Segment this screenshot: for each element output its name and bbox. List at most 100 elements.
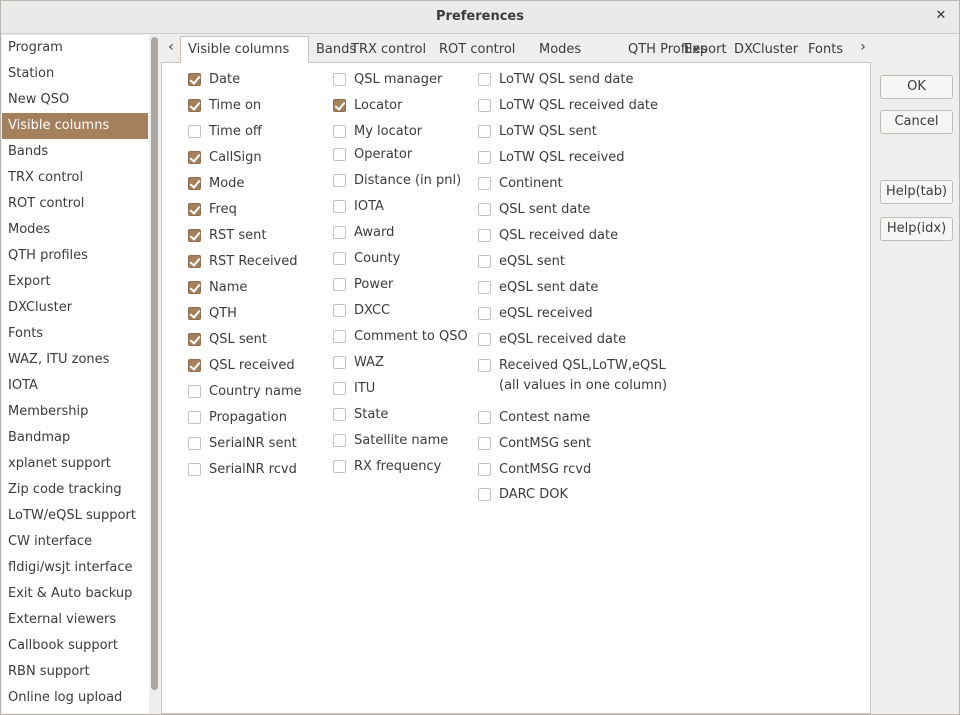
checkbox-unchecked-icon[interactable] [478, 307, 491, 320]
sidebar-item-qth-profiles[interactable]: QTH profiles [2, 243, 148, 269]
checkbox-unchecked-icon[interactable] [478, 411, 491, 424]
checkbox-label: Satellite name [354, 433, 449, 448]
checkbox-checked-icon[interactable] [188, 359, 201, 372]
checkbox-unchecked-icon[interactable] [478, 255, 491, 268]
ok-button[interactable]: OK [880, 75, 953, 99]
sidebar-item-station[interactable]: Station [2, 61, 148, 87]
sidebar-item-new-qso[interactable]: New QSO [2, 87, 148, 113]
sidebar-item-external-viewers[interactable]: External viewers [2, 607, 148, 633]
cancel-button[interactable]: Cancel [880, 110, 953, 134]
tab-trx-control[interactable]: TRX control [344, 38, 433, 62]
checkbox-unchecked-icon[interactable] [333, 200, 346, 213]
checkbox-label: Contest name [499, 410, 591, 425]
checkbox-unchecked-icon[interactable] [188, 385, 201, 398]
tab-rot-control[interactable]: ROT control [432, 38, 522, 62]
checkbox-checked-icon[interactable] [188, 307, 201, 320]
tab-dxcluster[interactable]: DXCluster [727, 38, 805, 62]
chevron-right-icon[interactable]: › [853, 36, 873, 60]
checkbox-unchecked-icon[interactable] [333, 382, 346, 395]
sidebar-item-callbook-support[interactable]: Callbook support [2, 633, 148, 659]
checkbox-unchecked-icon[interactable] [478, 177, 491, 190]
checkbox-label: Locator [354, 98, 403, 113]
sidebar-item-waz-itu-zones[interactable]: WAZ, ITU zones [2, 347, 148, 373]
checkbox-unchecked-icon[interactable] [333, 252, 346, 265]
checkbox-label: Award [354, 225, 395, 240]
checkbox-unchecked-icon[interactable] [188, 463, 201, 476]
checkbox-checked-icon[interactable] [333, 99, 346, 112]
checkbox-checked-icon[interactable] [188, 255, 201, 268]
checkbox-label: eQSL received date [499, 332, 627, 347]
checkbox-unchecked-icon[interactable] [188, 125, 201, 138]
checkbox-unchecked-icon[interactable] [333, 73, 346, 86]
sidebar-item-program[interactable]: Program [2, 35, 148, 61]
checkbox-unchecked-icon[interactable] [333, 278, 346, 291]
sidebar-item-modes[interactable]: Modes [2, 217, 148, 243]
help-tab-button[interactable]: Help(tab) [880, 180, 953, 204]
checkbox-unchecked-icon[interactable] [333, 356, 346, 369]
checkbox-unchecked-icon[interactable] [333, 304, 346, 317]
checkbox-label: ITU [354, 381, 376, 396]
checkbox-unchecked-icon[interactable] [478, 463, 491, 476]
checkbox-unchecked-icon[interactable] [478, 281, 491, 294]
checkbox-unchecked-icon[interactable] [478, 73, 491, 86]
sidebar-item-iota[interactable]: IOTA [2, 373, 148, 399]
checkbox-unchecked-icon[interactable] [478, 151, 491, 164]
checkbox-unchecked-icon[interactable] [188, 437, 201, 450]
sidebar-item-rot-control[interactable]: ROT control [2, 191, 148, 217]
checkbox-unchecked-icon[interactable] [478, 125, 491, 138]
checkbox-unchecked-icon[interactable] [478, 203, 491, 216]
tab-export[interactable]: Export [677, 38, 734, 62]
sidebar-item-cw-interface[interactable]: CW interface [2, 529, 148, 555]
checkbox-label: Comment to QSO [354, 329, 468, 344]
tab-fonts[interactable]: Fonts [801, 38, 850, 62]
sidebar-item-online-log-upload[interactable]: Online log upload [2, 685, 148, 711]
checkbox-unchecked-icon[interactable] [478, 333, 491, 346]
sidebar-item-bandmap[interactable]: Bandmap [2, 425, 148, 451]
sidebar-item-export[interactable]: Export [2, 269, 148, 295]
sidebar-item-exit-auto-backup[interactable]: Exit & Auto backup [2, 581, 148, 607]
close-icon[interactable]: ✕ [933, 8, 949, 24]
checkbox-checked-icon[interactable] [188, 177, 201, 190]
checkbox-label: Country name [209, 384, 302, 399]
checkbox-checked-icon[interactable] [188, 151, 201, 164]
checkbox-unchecked-icon[interactable] [188, 411, 201, 424]
help-idx-button[interactable]: Help(idx) [880, 217, 953, 241]
checkbox-checked-icon[interactable] [188, 99, 201, 112]
sidebar-scrollbar[interactable] [151, 37, 158, 690]
checkbox-checked-icon[interactable] [188, 281, 201, 294]
sidebar-item-rbn-support[interactable]: RBN support [2, 659, 148, 685]
checkbox-checked-icon[interactable] [188, 73, 201, 86]
tab-modes[interactable]: Modes [532, 38, 588, 62]
checkbox-unchecked-icon[interactable] [478, 359, 491, 372]
sidebar-item-lotw-eqsl-support[interactable]: LoTW/eQSL support [2, 503, 148, 529]
checkbox-unchecked-icon[interactable] [333, 148, 346, 161]
checkbox-label: State [354, 407, 389, 422]
checkbox-unchecked-icon[interactable] [478, 488, 491, 501]
sidebar-item-bands[interactable]: Bands [2, 139, 148, 165]
sidebar-item-trx-control[interactable]: TRX control [2, 165, 148, 191]
checkbox-checked-icon[interactable] [188, 333, 201, 346]
sidebar-item-xplanet-support[interactable]: xplanet support [2, 451, 148, 477]
sidebar-item-membership[interactable]: Membership [2, 399, 148, 425]
chevron-left-icon[interactable]: ‹ [161, 36, 181, 60]
checkbox-unchecked-icon[interactable] [333, 330, 346, 343]
checkbox-unchecked-icon[interactable] [333, 125, 346, 138]
sidebar-item-zip-code-tracking[interactable]: Zip code tracking [2, 477, 148, 503]
checkbox-unchecked-icon[interactable] [333, 174, 346, 187]
checkbox-label: Power [354, 277, 394, 292]
sidebar-item-fldigi-wsjt-interface[interactable]: fldigi/wsjt interface [2, 555, 148, 581]
checkbox-unchecked-icon[interactable] [478, 437, 491, 450]
checkbox-unchecked-icon[interactable] [333, 226, 346, 239]
checkbox-unchecked-icon[interactable] [333, 434, 346, 447]
checkbox-checked-icon[interactable] [188, 203, 201, 216]
checkbox-unchecked-icon[interactable] [333, 460, 346, 473]
sidebar-item-dxcluster[interactable]: DXCluster [2, 295, 148, 321]
sidebar-item-fonts[interactable]: Fonts [2, 321, 148, 347]
checkbox-unchecked-icon[interactable] [333, 408, 346, 421]
checkbox-checked-icon[interactable] [188, 229, 201, 242]
checkbox-unchecked-icon[interactable] [478, 229, 491, 242]
sidebar-item-visible-columns[interactable]: Visible columns [2, 113, 148, 139]
checkbox-unchecked-icon[interactable] [478, 99, 491, 112]
tab-visible-columns[interactable]: Visible columns [180, 36, 309, 63]
checkbox-label: Mode [209, 176, 245, 191]
